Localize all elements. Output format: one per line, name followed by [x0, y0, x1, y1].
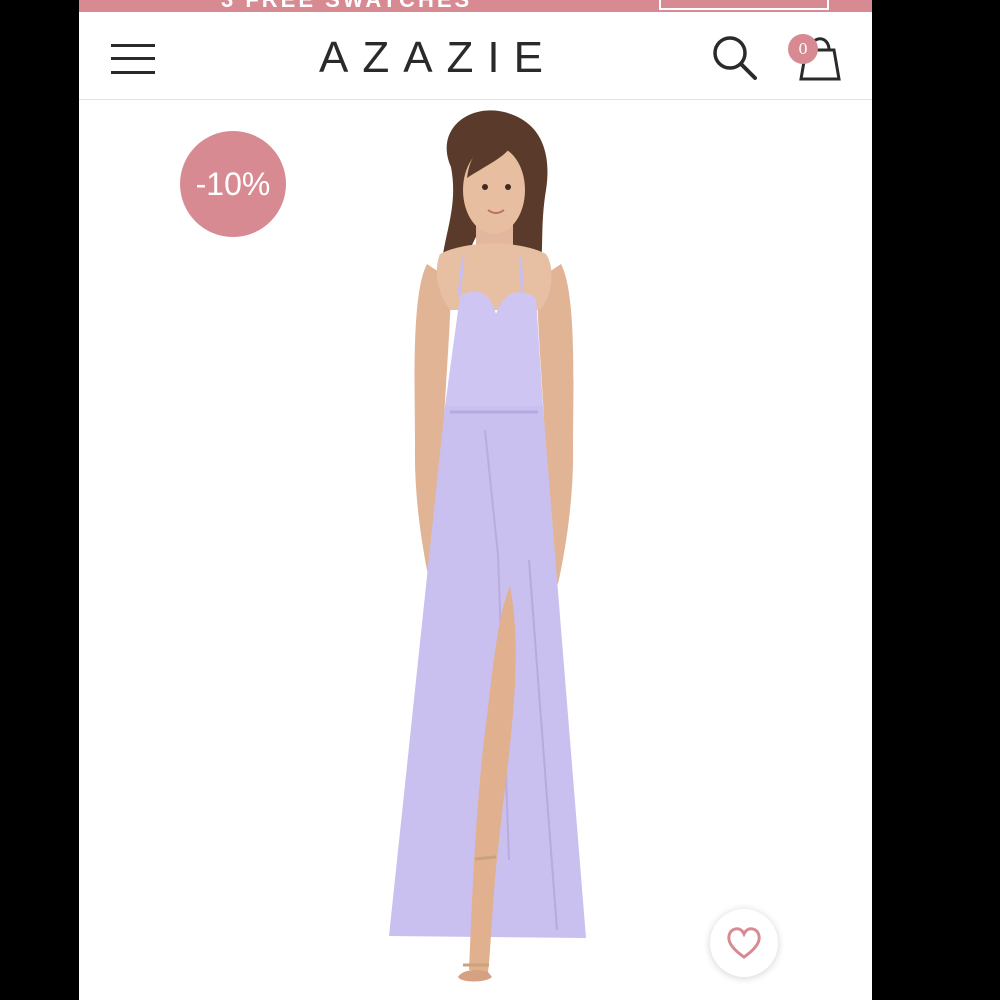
cart-count-badge: 0 [788, 34, 818, 64]
hamburger-menu-icon[interactable] [111, 40, 157, 76]
brand-logo[interactable]: AZAZIE [303, 32, 573, 84]
discount-badge: -10% [180, 131, 286, 237]
product-image-area: -10% [79, 100, 872, 1000]
promo-text: 3 FREE SWATCHES [221, 0, 472, 12]
phone-screen: 3 FREE SWATCHES AZAZIE 0 -10% [79, 0, 872, 1000]
promo-banner[interactable]: 3 FREE SWATCHES [79, 0, 872, 12]
heart-icon [727, 927, 761, 959]
search-icon[interactable] [711, 34, 759, 82]
promo-button[interactable] [659, 0, 829, 10]
wishlist-button[interactable] [710, 909, 778, 977]
product-dress-image [389, 110, 586, 982]
site-header: AZAZIE 0 [79, 12, 872, 100]
